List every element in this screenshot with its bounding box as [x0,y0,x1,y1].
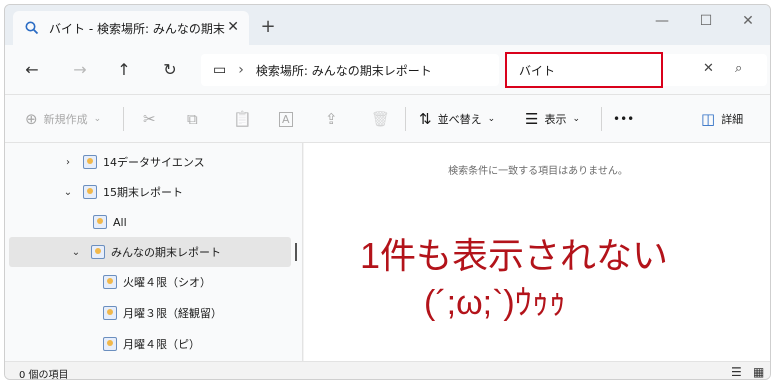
tree-item-label: 月曜４限（ピ） [123,338,200,351]
item-count: 0 個の項目 [19,370,69,380]
tree-item-label: みんなの期末レポート [111,246,221,259]
up-button[interactable]: ↑ [113,59,135,81]
chevron-down-icon: ⌄ [93,114,102,124]
folder-icon [103,337,117,351]
annotation-text-line1: 1件も表示されない [360,235,669,276]
details-label: 詳細 [721,113,744,126]
tree-item-14-data-science[interactable]: › 14データサイエンス [9,147,291,177]
address-bar[interactable]: ▭ › 検索場所: みんなの期末レポート [201,54,499,86]
folder-icon [91,245,105,259]
view-label: 表示 [544,113,567,126]
folder-icon [83,155,97,169]
new-tab-button[interactable]: + [257,17,279,39]
folder-icon [83,185,97,199]
tree-item-label: 15期末レポート [103,186,183,199]
new-label: 新規作成 [43,113,88,126]
share-button[interactable]: ⇪ [325,95,344,143]
toolbar-divider [123,107,124,131]
more-options-button[interactable]: ••• [613,95,634,143]
title-bar: バイト - 検索場所: みんなの期末レ ✕ + — ☐ ✕ [5,5,770,45]
details-view-icon[interactable]: ☰ [731,365,742,379]
tree-item-label: 月曜３限（経観留） [123,307,222,320]
pane-splitter[interactable] [295,243,297,261]
minimize-button[interactable]: — [647,13,677,29]
folder-icon [103,275,117,289]
details-pane-icon: ◫ [701,110,716,128]
tiles-view-icon[interactable]: ▦ [753,365,764,379]
tree-item-monday-3[interactable]: 月曜３限（経観留） [9,298,291,328]
tree-item-tuesday-4[interactable]: 火曜４限（シオ） [9,267,291,297]
scissors-icon: ✂ [143,110,156,128]
address-row: ← → ↑ ↻ ▭ › 検索場所: みんなの期末レポート バイト ✕ ⌕ [5,45,770,95]
pc-icon: ▭ [213,62,227,78]
tree-item-label: 火曜４限（シオ） [123,276,211,289]
view-button[interactable]: ☰ 表示 ⌄ [525,95,580,143]
chevron-down-icon[interactable]: ⌄ [69,247,83,258]
view-icon: ☰ [525,110,539,128]
share-icon: ⇪ [325,110,338,128]
chevron-down-icon[interactable]: ⌄ [61,187,75,198]
breadcrumb-location[interactable]: 検索場所: みんなの期末レポート [256,62,432,79]
empty-results-message: 検索条件に一致する項目はありません。 [448,166,628,177]
folder-icon [103,306,117,320]
navigation-pane: › 14データサイエンス ⌄ 15期末レポート All ⌄ みんなの期末レポート… [5,143,303,361]
back-button[interactable]: ← [21,59,43,81]
cut-button[interactable]: ✂ [143,95,162,143]
tab-search[interactable]: バイト - 検索場所: みんなの期末レ ✕ [13,11,249,45]
new-button[interactable]: ⊕ 新規作成 ⌄ [25,95,101,143]
rename-button[interactable]: A [279,95,299,143]
tree-item-monday-4[interactable]: 月曜４限（ピ） [9,329,291,359]
sort-label: 並べ替え [437,113,482,126]
command-bar: ⊕ 新規作成 ⌄ ✂ ⧉ 📋 A ⇪ 🗑 ⇅ 並べ替え ⌄ ☰ 表示 ⌄ •••… [5,95,770,143]
maximize-button[interactable]: ☐ [691,13,721,29]
content-pane: 検索条件に一致する項目はありません。 1件も表示されない (´;ω;`)ｳｩｩ [304,143,770,361]
tree-item-label: All [113,215,127,229]
search-go-icon[interactable]: ⌕ [735,61,742,76]
window-close-button[interactable]: ✕ [733,13,763,29]
plus-icon: ⊕ [25,110,38,128]
tree-item-all[interactable]: All [9,207,291,237]
file-explorer-window: バイト - 検索場所: みんなの期末レ ✕ + — ☐ ✕ ← → ↑ ↻ ▭ … [4,4,771,380]
clipboard-icon: 📋 [233,110,252,128]
tab-close-icon[interactable]: ✕ [227,19,239,35]
chevron-down-icon: ⌄ [572,114,580,124]
forward-button[interactable]: → [69,59,91,81]
copy-icon: ⧉ [187,110,198,128]
status-bar: 0 個の項目 ☰ ▦ [5,361,770,380]
copy-button[interactable]: ⧉ [187,95,204,143]
search-highlight-box [505,52,663,88]
folder-icon [93,215,107,229]
trash-icon: 🗑 [371,110,391,128]
tree-item-15-final-report[interactable]: ⌄ 15期末レポート [9,177,291,207]
chevron-right-icon[interactable]: › [61,157,75,168]
chevron-down-icon: ⌄ [487,114,496,124]
tree-item-minna-final-report[interactable]: ⌄ みんなの期末レポート [9,237,291,267]
refresh-button[interactable]: ↻ [159,59,181,81]
paste-button[interactable]: 📋 [233,95,258,143]
clear-search-icon[interactable]: ✕ [703,61,714,76]
toolbar-divider [405,107,406,131]
breadcrumb-separator: › [238,62,244,78]
toolbar-divider [601,107,602,131]
tab-title: バイト - 検索場所: みんなの期末レ [49,21,227,36]
tree-item-label: 14データサイエンス [103,156,205,169]
rename-icon: A [279,111,293,127]
search-icon [23,19,41,37]
ellipsis-icon: ••• [613,112,635,126]
delete-button[interactable]: 🗑 [371,95,396,143]
sort-icon: ⇅ [419,110,432,128]
details-pane-button[interactable]: ◫ 詳細 [701,95,743,143]
annotation-text-line2: (´;ω;`)ｳｩｩ [424,284,566,322]
sort-button[interactable]: ⇅ 並べ替え ⌄ [419,95,495,143]
search-box[interactable]: バイト ✕ ⌕ [505,52,767,88]
